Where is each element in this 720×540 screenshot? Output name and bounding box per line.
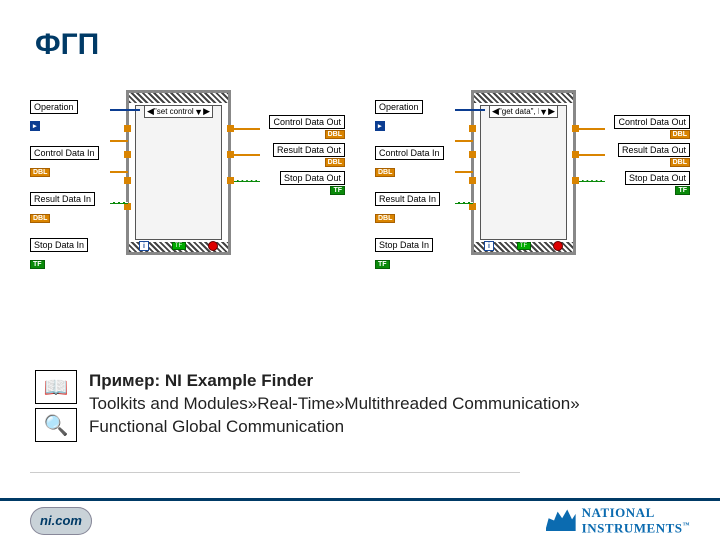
shift-register-icon (124, 177, 131, 184)
tf-icon: TF (675, 186, 690, 195)
nicom-badge: ni.com (30, 507, 92, 535)
tip-path-2: Functional Global Communication (89, 417, 344, 436)
output-result-data: Result Data OutDBL (610, 139, 690, 143)
shift-register-icon (572, 177, 579, 184)
chevron-down-icon[interactable]: ▼ (194, 107, 203, 117)
stop-terminal-icon (553, 241, 563, 251)
tf-icon: TF (375, 260, 390, 269)
diagram-row: Operation▸ Control Data InDBL Result Dat… (30, 85, 690, 265)
find-icon: 🔍 (35, 408, 77, 442)
while-loop: ◀ "set control data" ▼ ▶ i TF (126, 90, 231, 255)
input-control-data: Control Data InDBL (375, 143, 455, 179)
divider (30, 472, 520, 473)
ni-eagle-icon (546, 509, 576, 531)
enum-icon: ▸ (30, 121, 40, 131)
iteration-terminal-icon: i (484, 241, 494, 251)
tip-path-1: Toolkits and Modules»Real-Time»Multithre… (89, 394, 580, 413)
loop-footer: i TF (480, 241, 567, 251)
slide: ФГП Operation▸ Control Data InDBL Result… (0, 0, 720, 540)
ni-logo: NATIONAL INSTRUMENTS™ (546, 507, 690, 534)
chevron-down-icon[interactable]: ▼ (539, 107, 548, 117)
wire (455, 140, 473, 142)
wire (579, 154, 605, 156)
shift-register-icon (469, 151, 476, 158)
case-structure: ◀ "set control data" ▼ ▶ (135, 105, 222, 240)
iteration-terminal-icon: i (139, 241, 149, 251)
loop-footer: i TF (135, 241, 222, 251)
dbl-icon: DBL (375, 214, 395, 223)
output-stop-data: Stop Data OutTF (610, 167, 690, 171)
tf-constant-icon: TF (517, 242, 531, 250)
shift-register-icon (572, 125, 579, 132)
wire (234, 180, 260, 182)
chevron-right-icon[interactable]: ▶ (203, 106, 210, 117)
wire (455, 109, 485, 111)
enum-icon: ▸ (375, 121, 385, 131)
dbl-icon: DBL (375, 168, 395, 177)
wire (110, 171, 128, 173)
chevron-left-icon[interactable]: ◀ (147, 106, 154, 117)
wire (579, 128, 605, 130)
case-selector[interactable]: ◀ "get data", Default ▼ ▶ (489, 105, 558, 118)
tip-text: Пример: NI Example Finder Toolkits and M… (89, 370, 580, 439)
input-stop-data: Stop Data InTF (30, 235, 110, 271)
output-column: Control Data OutDBL Result Data OutDBL S… (610, 115, 690, 195)
while-loop: ◀ "get data", Default ▼ ▶ i TF (471, 90, 576, 255)
input-control-data: Control Data InDBL (30, 143, 110, 179)
input-result-data: Result Data InDBL (30, 189, 110, 225)
input-column: Operation▸ Control Data InDBL Result Dat… (30, 97, 110, 281)
dbl-icon: DBL (325, 130, 345, 139)
shift-register-icon (469, 125, 476, 132)
input-operation: Operation▸ (30, 97, 110, 133)
chevron-left-icon[interactable]: ◀ (492, 106, 499, 117)
shift-register-icon (227, 177, 234, 184)
output-stop-data: Stop Data OutTF (265, 167, 345, 171)
shift-register-icon (469, 177, 476, 184)
tf-icon: TF (30, 260, 45, 269)
tip-header: Пример: NI Example Finder (89, 371, 313, 390)
loop-border-top (129, 93, 228, 103)
shift-register-icon (469, 203, 476, 210)
wire (579, 180, 605, 182)
tip-icons: 📖 🔍 (35, 370, 77, 442)
ni-logo-text: NATIONAL INSTRUMENTS™ (582, 507, 690, 534)
diagram-set-control: Operation▸ Control Data InDBL Result Dat… (30, 85, 345, 265)
wire (110, 202, 128, 204)
shift-register-icon (124, 151, 131, 158)
book-icon: 📖 (35, 370, 77, 404)
input-operation: Operation▸ (375, 97, 455, 133)
shift-register-icon (572, 151, 579, 158)
case-structure: ◀ "get data", Default ▼ ▶ (480, 105, 567, 240)
dbl-icon: DBL (325, 158, 345, 167)
shift-register-icon (124, 125, 131, 132)
dbl-icon: DBL (670, 158, 690, 167)
tf-constant-icon: TF (172, 242, 186, 250)
wire (234, 154, 260, 156)
tip-row: 📖 🔍 Пример: NI Example Finder Toolkits a… (35, 370, 675, 442)
output-column: Control Data OutDBL Result Data OutDBL S… (265, 115, 345, 195)
shift-register-icon (124, 203, 131, 210)
diagram-get-data: Operation▸ Control Data InDBL Result Dat… (375, 85, 690, 265)
page-title: ФГП (35, 28, 99, 62)
loop-border-top (474, 93, 573, 103)
wire (110, 109, 140, 111)
output-result-data: Result Data OutDBL (265, 139, 345, 143)
stop-terminal-icon (208, 241, 218, 251)
input-result-data: Result Data InDBL (375, 189, 455, 225)
dbl-icon: DBL (670, 130, 690, 139)
wire (455, 171, 473, 173)
input-column: Operation▸ Control Data InDBL Result Dat… (375, 97, 455, 281)
dbl-icon: DBL (30, 168, 50, 177)
wire (455, 202, 473, 204)
footer: ni.com NATIONAL INSTRUMENTS™ (0, 498, 720, 540)
wire (234, 128, 260, 130)
wire (110, 140, 128, 142)
dbl-icon: DBL (30, 214, 50, 223)
shift-register-icon (227, 125, 234, 132)
tf-icon: TF (330, 186, 345, 195)
case-selector[interactable]: ◀ "set control data" ▼ ▶ (144, 105, 213, 118)
chevron-right-icon[interactable]: ▶ (548, 106, 555, 117)
shift-register-icon (227, 151, 234, 158)
input-stop-data: Stop Data InTF (375, 235, 455, 271)
